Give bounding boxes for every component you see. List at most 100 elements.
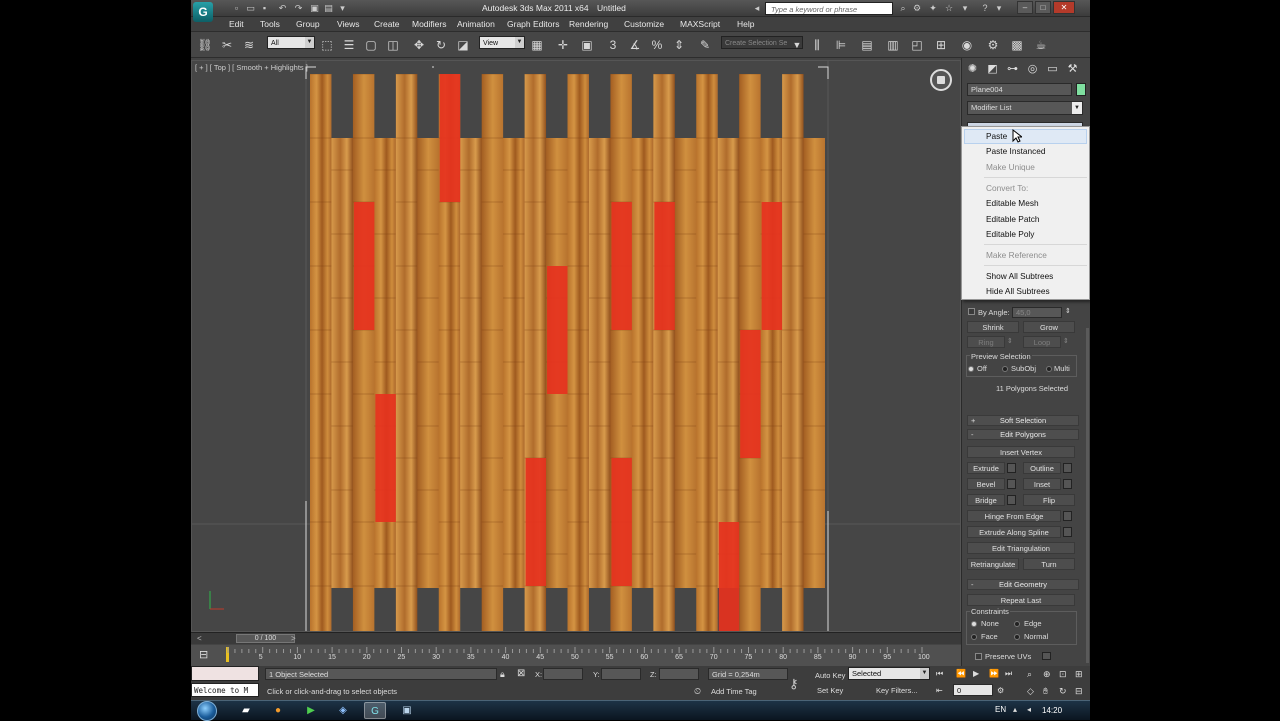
selected-polygon[interactable]	[718, 522, 740, 632]
ring-spinner-icon[interactable]: ⇕	[1007, 337, 1013, 345]
menu-maxscript[interactable]: MAXScript	[680, 19, 720, 29]
pivot-center-icon[interactable]: ▦	[529, 37, 545, 53]
ring-button[interactable]: Ring	[967, 336, 1005, 348]
key-mode-toggle-icon[interactable]: ⇤	[936, 686, 943, 695]
constraint-normal-radio[interactable]	[1014, 634, 1020, 640]
auto-key-button[interactable]: Auto Key	[815, 671, 845, 680]
selected-polygon[interactable]	[611, 202, 632, 330]
app-taskbar-icon[interactable]: ◈	[332, 702, 354, 719]
undo-icon[interactable]: ↶	[277, 3, 288, 14]
menu-create[interactable]: Create	[374, 19, 400, 29]
extrude-along-spline-settings-button[interactable]	[1063, 527, 1072, 537]
selected-polygon[interactable]	[525, 458, 547, 586]
menu-group[interactable]: Group	[296, 19, 320, 29]
hinge-from-edge-button[interactable]: Hinge From Edge	[967, 510, 1061, 522]
curve-editor-icon[interactable]: ◰	[909, 37, 925, 53]
bevel-button[interactable]: Bevel	[967, 478, 1005, 490]
schematic-view-icon[interactable]: ⊞	[933, 37, 949, 53]
preview-off-radio[interactable]	[968, 366, 974, 372]
menu-animation[interactable]: Animation	[457, 19, 495, 29]
preserve-uvs-settings-button[interactable]	[1042, 652, 1051, 660]
by-angle-spinner[interactable]: 45,0	[1012, 307, 1062, 318]
taskbar-clock[interactable]: 14:20	[1042, 706, 1062, 715]
edit-geometry-rollout[interactable]: - Edit Geometry	[967, 579, 1079, 590]
time-configuration-icon[interactable]: ⚙	[997, 686, 1004, 695]
menu-help[interactable]: Help	[737, 19, 754, 29]
select-and-rotate-icon[interactable]: ↻	[433, 37, 449, 53]
constraint-none-radio[interactable]	[971, 621, 977, 627]
selection-lock-icon[interactable]: 🔒︎	[500, 669, 505, 680]
firefox-taskbar-icon[interactable]: ●	[267, 702, 289, 719]
reference-coordinate-dropdown[interactable]: View ▼	[479, 36, 525, 49]
edit-polygons-rollout[interactable]: - Edit Polygons	[967, 429, 1079, 440]
subscription-icon[interactable]: ⚙	[911, 3, 923, 14]
menu-rendering[interactable]: Rendering	[569, 19, 608, 29]
select-and-scale-icon[interactable]: ◪	[455, 37, 471, 53]
viewport-label[interactable]: [ + ] [ Top ] [ Smooth + Highlights ]	[195, 63, 308, 72]
menu-item-hide-all-subtrees[interactable]: Hide All Subtrees	[986, 286, 1050, 296]
keyboard-shortcut-override-icon[interactable]: ▣	[579, 37, 595, 53]
x-coordinate-field[interactable]	[543, 668, 583, 680]
extrude-along-spline-button[interactable]: Extrude Along Spline	[967, 526, 1061, 538]
object-color-swatch[interactable]	[1076, 83, 1086, 96]
network-tray-icon[interactable]: ▴	[1013, 706, 1021, 714]
window-taskbar-icon[interactable]: ▣	[396, 702, 418, 719]
zoom-extents-icon[interactable]: ⊡	[1059, 669, 1067, 680]
menu-item-paste-instanced[interactable]: Paste Instanced	[986, 146, 1046, 156]
menu-edit[interactable]: Edit	[229, 19, 244, 29]
communication-center-icon[interactable]: ✦	[927, 3, 939, 14]
select-by-name-icon[interactable]: ☰	[341, 37, 357, 53]
grow-button[interactable]: Grow	[1023, 321, 1075, 333]
constraint-edge-radio[interactable]	[1014, 621, 1020, 627]
menu-item-editable-patch[interactable]: Editable Patch	[986, 214, 1040, 224]
input-language[interactable]: EN	[995, 705, 1006, 714]
hinge-settings-button[interactable]	[1063, 511, 1072, 521]
render-setup-icon[interactable]: ⚙	[985, 37, 1001, 53]
windows-start-icon[interactable]	[197, 701, 217, 721]
outline-settings-button[interactable]	[1063, 463, 1072, 473]
bevel-settings-button[interactable]	[1007, 479, 1016, 489]
save-file-icon[interactable]: ▪	[259, 3, 270, 14]
current-frame-field[interactable]: 0	[953, 684, 993, 696]
search-options-icon[interactable]: ◂	[751, 3, 763, 14]
command-panel-scrollbar[interactable]	[1086, 328, 1089, 663]
extrude-settings-button[interactable]	[1007, 463, 1016, 473]
edit-triangulation-button[interactable]: Edit Triangulation	[967, 542, 1075, 554]
zoom-icon[interactable]: ⌕	[1027, 669, 1032, 680]
explorer-taskbar-icon[interactable]: ▰	[235, 702, 257, 719]
edit-named-selection-icon[interactable]: ✎	[697, 37, 713, 53]
help-dropdown-icon[interactable]: ▾	[993, 3, 1005, 14]
selected-polygon[interactable]	[740, 330, 761, 458]
new-file-icon[interactable]: ▫	[231, 3, 242, 14]
selected-polygon[interactable]	[375, 394, 396, 522]
volume-tray-icon[interactable]: ◂	[1027, 706, 1035, 714]
favorites-icon[interactable]: ☆	[943, 3, 955, 14]
hierarchy-tab-icon[interactable]: ⊶	[1005, 62, 1020, 77]
field-of-view-icon[interactable]: ◇	[1027, 686, 1034, 697]
go-to-end-icon[interactable]: ⏭	[1005, 669, 1012, 679]
previous-frame-icon[interactable]: ⏪	[956, 669, 966, 678]
zoom-all-icon[interactable]: ⊕	[1043, 669, 1051, 680]
absolute-mode-icon[interactable]: ⊠	[517, 668, 525, 679]
go-to-start-icon[interactable]: ⏮	[936, 669, 943, 679]
constraint-face-radio[interactable]	[971, 634, 977, 640]
bridge-button[interactable]: Bridge	[967, 494, 1005, 506]
zoom-extents-all-icon[interactable]: ⊞	[1075, 669, 1083, 680]
add-time-tag[interactable]: Add Time Tag	[711, 687, 757, 696]
menu-item-editable-mesh[interactable]: Editable Mesh	[986, 198, 1039, 208]
favorites-dropdown-icon[interactable]: ▾	[959, 3, 971, 14]
hold-icon[interactable]: ▣	[309, 3, 320, 14]
layer-manager-icon[interactable]: ▤	[859, 37, 875, 53]
preview-subobj-radio[interactable]	[1002, 366, 1008, 372]
rendered-frame-window-icon[interactable]: ▩	[1009, 37, 1025, 53]
named-selection-dropdown-icon[interactable]: ▼	[789, 37, 805, 53]
application-button-icon[interactable]: G	[193, 2, 213, 22]
turn-button[interactable]: Turn	[1023, 558, 1075, 570]
top-viewport[interactable]: [ + ] [ Top ] [ Smooth + Highlights ]	[191, 60, 961, 632]
menu-views[interactable]: Views	[337, 19, 360, 29]
redo-icon[interactable]: ↷	[293, 3, 304, 14]
selected-polygon[interactable]	[547, 266, 568, 394]
search-input[interactable]: Type a keyword or phrase	[765, 2, 893, 15]
wood-floor-plane[interactable]	[310, 74, 825, 632]
modify-tab-icon[interactable]: ◩	[985, 62, 1000, 77]
